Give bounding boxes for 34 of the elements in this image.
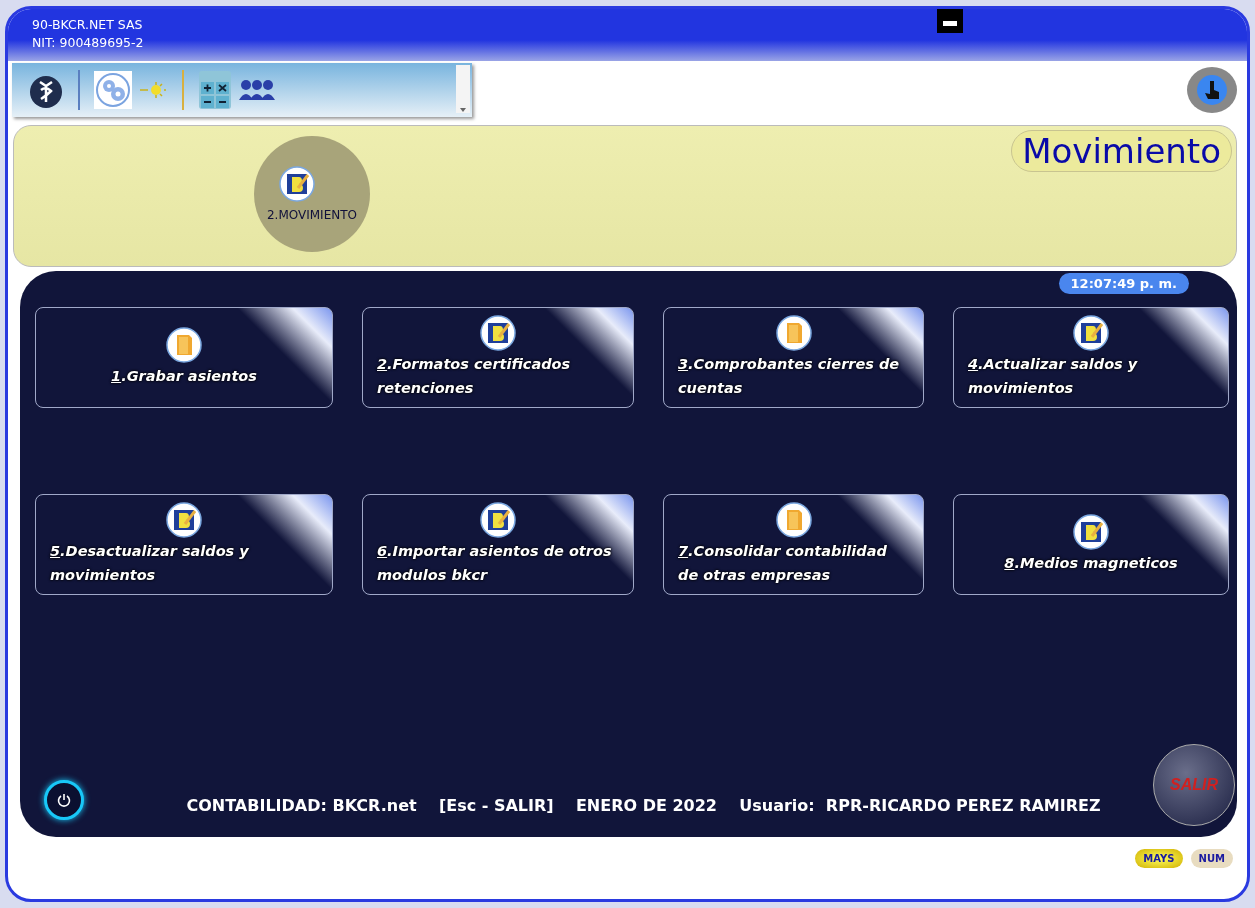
minimize-button[interactable] [937, 9, 963, 33]
calculator-icon[interactable] [198, 70, 232, 110]
menu-tile[interactable]: 8.Medios magneticos [953, 494, 1229, 595]
keyboard-indicator: NUM [1190, 849, 1233, 868]
menu-tile[interactable]: 5.Desactualizar saldos y movimientos [35, 494, 333, 595]
module-title: Movimiento [1011, 130, 1232, 172]
module-button[interactable]: 2.MOVIMIENTO [254, 136, 370, 252]
edit-document-icon [1073, 315, 1109, 352]
clock: 12:07:49 p. m. [1058, 273, 1189, 294]
company-name: 90-BKCR.NET SAS [32, 17, 144, 32]
menu-tile[interactable]: 3.Comprobantes cierres de cuentas [663, 307, 924, 408]
edit-document-icon [166, 502, 202, 539]
edit-document-icon [279, 166, 315, 202]
power-button[interactable] [44, 780, 84, 820]
power-icon [56, 792, 72, 808]
menu-tile[interactable]: 6.Importar asientos de otros modulos bkcr [362, 494, 634, 595]
company-nit: NIT: 900489695-2 [32, 35, 144, 50]
menu-tile[interactable]: 4.Actualizar saldos y movimientos [953, 307, 1229, 408]
edit-document-icon [480, 502, 516, 539]
folder-icon [775, 315, 812, 352]
menu-tile[interactable]: 1.Grabar asientos [35, 307, 333, 408]
status-text: CONTABILIDAD: BKCR.net [Esc - SALIR] ENERO DE 2022 Usuario: RPR-RICARDO PEREZ RAMIREZ [185, 795, 1102, 815]
touch-button[interactable] [1187, 67, 1237, 113]
folder-icon [775, 502, 812, 539]
keyboard-indicator: MAYS [1135, 849, 1183, 868]
gears-icon[interactable] [94, 71, 132, 109]
menu-tile[interactable]: 7.Consolidar contabilidad de otras empresas [663, 494, 924, 595]
folder-icon [166, 326, 202, 363]
edit-document-icon [480, 315, 516, 352]
pointing-hand-icon [1196, 74, 1228, 106]
users-icon[interactable] [238, 78, 276, 102]
edit-document-icon [1073, 513, 1109, 550]
caret-icon [459, 105, 467, 113]
menu-tile[interactable]: 2.Formatos certificados retenciones [362, 307, 634, 408]
